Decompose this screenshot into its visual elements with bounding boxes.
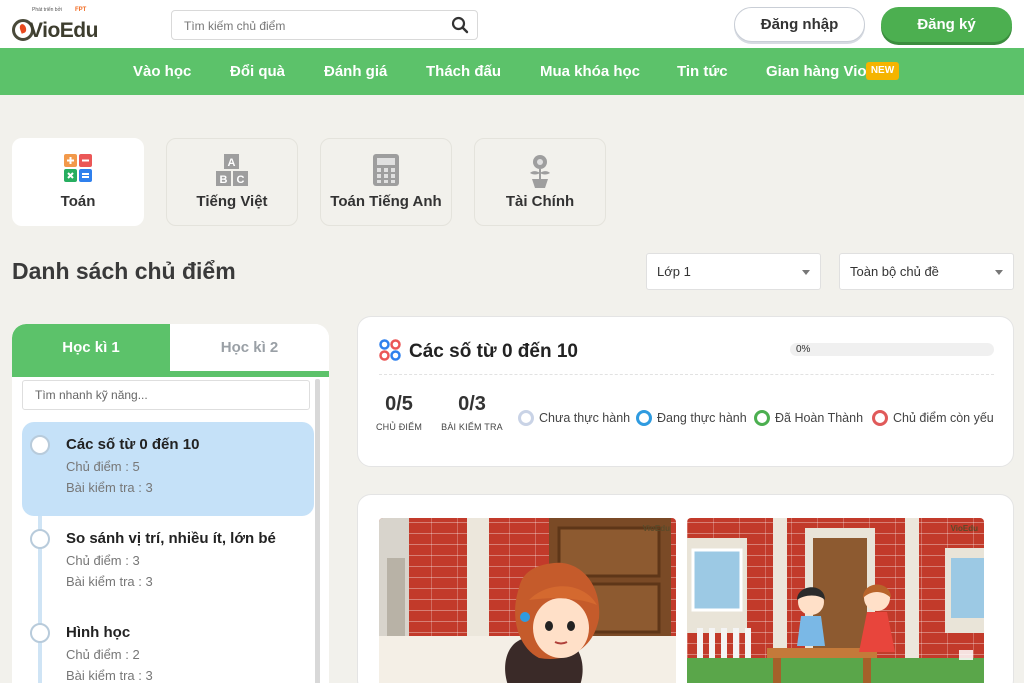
abc-blocks-icon: A B C bbox=[216, 154, 248, 186]
math-operators-icon bbox=[64, 154, 92, 182]
grade-select[interactable]: Lớp 1 bbox=[646, 253, 821, 290]
nav-item-thach-dau[interactable]: Thách đấu bbox=[426, 63, 501, 80]
subject-label: Toán Tiếng Anh bbox=[330, 193, 442, 210]
topic-title: Hình học bbox=[66, 624, 131, 641]
legend-label: Chưa thực hành bbox=[539, 411, 631, 425]
search-box bbox=[171, 10, 478, 40]
topic-summary-card: Các số từ 0 đến 10 0% 0/5 CHỦ ĐIỂM 0/3 B… bbox=[357, 316, 1014, 467]
chu-diem-stat: 0/5 CHỦ ĐIỂM bbox=[372, 393, 426, 432]
svg-text:A: A bbox=[228, 157, 236, 169]
skill-filter-input[interactable] bbox=[22, 380, 310, 410]
subject-label: Tài Chính bbox=[505, 193, 575, 210]
register-button[interactable]: Đăng ký bbox=[881, 7, 1012, 42]
tab-underline bbox=[12, 371, 329, 377]
topic-select[interactable]: Toàn bộ chủ đề bbox=[839, 253, 1014, 290]
fpt-logo: FPT bbox=[75, 7, 87, 13]
topic-chu-diem-count: Chủ điểm : 2 bbox=[66, 647, 140, 662]
topic-item[interactable]: So sánh vị trí, nhiều ít, lớn bé Chủ điể… bbox=[22, 516, 314, 610]
cartoon-scene bbox=[379, 518, 676, 683]
search-icon[interactable] bbox=[451, 16, 469, 34]
topic-bai-kiem-tra-count: Bài kiểm tra : 3 bbox=[66, 574, 153, 589]
search-input[interactable] bbox=[184, 17, 444, 35]
progress-label: 0% bbox=[796, 344, 811, 355]
status-ring-icon bbox=[754, 410, 770, 426]
topic-select-value: Toàn bộ chủ đề bbox=[850, 264, 939, 279]
topic-item[interactable]: Các số từ 0 đến 10 Chủ điểm : 5 Bài kiểm… bbox=[22, 422, 314, 516]
bai-kiem-tra-value: 0/3 bbox=[458, 393, 486, 415]
subject-card-tai-chinh[interactable]: Tài Chính bbox=[474, 138, 606, 226]
tab-hoc-ki-2[interactable]: Học kì 2 bbox=[170, 324, 329, 371]
page-title: Danh sách chủ điểm bbox=[12, 258, 236, 284]
legend-label: Đang thực hành bbox=[657, 411, 747, 425]
divider bbox=[379, 374, 994, 375]
chu-diem-value: 0/5 bbox=[385, 393, 413, 415]
nav-item-vao-hoc[interactable]: Vào học bbox=[133, 63, 191, 80]
nav-item-gian-hang-vio[interactable]: Gian hàng Vio bbox=[766, 63, 867, 80]
subject-card-toan[interactable]: Toán bbox=[12, 138, 144, 226]
chevron-down-icon bbox=[802, 270, 810, 275]
legend-chu-diem-con-yeu: Chủ điểm còn yếu bbox=[872, 410, 994, 426]
subject-card-tieng-viet[interactable]: A B C Tiếng Việt bbox=[166, 138, 298, 226]
chevron-down-icon bbox=[995, 270, 1003, 275]
subject-card-toan-tieng-anh[interactable]: Toán Tiếng Anh bbox=[320, 138, 452, 226]
progress-bar: 0% bbox=[790, 343, 994, 356]
subject-label: Toán bbox=[60, 193, 96, 210]
logo-wordmark: VioEdu bbox=[29, 19, 98, 42]
topic-chu-diem-count: Chủ điểm : 3 bbox=[66, 553, 140, 568]
vioedu-logo[interactable]: Phát triển bởi FPT VioEdu bbox=[12, 7, 102, 45]
summary-title: Các số từ 0 đến 10 bbox=[409, 341, 578, 362]
new-badge: NEW bbox=[866, 62, 899, 80]
status-circle-icon bbox=[30, 529, 50, 549]
calculator-icon bbox=[373, 154, 399, 186]
legend-label: Chủ điểm còn yếu bbox=[893, 411, 994, 425]
vioedu-watermark: VioEdu bbox=[642, 524, 670, 533]
vioedu-watermark: VioEdu bbox=[950, 524, 978, 533]
topic-chu-diem-count: Chủ điểm : 5 bbox=[66, 459, 140, 474]
nav-item-danh-gia[interactable]: Đánh giá bbox=[324, 63, 387, 80]
status-ring-icon bbox=[518, 410, 534, 426]
topic-bai-kiem-tra-count: Bài kiểm tra : 3 bbox=[66, 668, 153, 683]
status-circle-icon bbox=[30, 623, 50, 643]
subject-label: Tiếng Việt bbox=[196, 193, 268, 210]
chu-diem-label: CHỦ ĐIỂM bbox=[375, 422, 423, 432]
video-thumbnail[interactable]: VioEdu bbox=[687, 518, 984, 683]
nav-item-doi-qua[interactable]: Đổi quà bbox=[230, 63, 285, 80]
bai-kiem-tra-label: BÀI KIỂM TRA bbox=[441, 422, 503, 432]
topic-item[interactable]: Hình học Chủ điểm : 2 Bài kiểm tra : 3 bbox=[22, 610, 314, 683]
legend-da-hoan-thanh: Đã Hoàn Thành bbox=[754, 410, 863, 426]
header: Phát triển bởi FPT VioEdu Đăng nhập Đăng… bbox=[0, 0, 1024, 48]
topic-bai-kiem-tra-count: Bài kiểm tra : 3 bbox=[66, 480, 153, 495]
coin-plant-icon bbox=[530, 155, 550, 188]
topic-title: Các số từ 0 đến 10 bbox=[66, 436, 200, 453]
cartoon-scene bbox=[687, 518, 984, 683]
status-ring-icon bbox=[636, 410, 652, 426]
status-circle-icon bbox=[30, 435, 50, 455]
legend-chua-thuc-hanh: Chưa thực hành bbox=[518, 410, 630, 426]
tab-hoc-ki-1[interactable]: Học kì 1 bbox=[12, 324, 170, 371]
nav-item-tin-tuc[interactable]: Tin tức bbox=[677, 63, 728, 80]
status-ring-icon bbox=[872, 410, 888, 426]
math-operators-icon bbox=[379, 339, 401, 361]
topic-list-panel: Học kì 1 Học kì 2 Các số từ 0 đến 10 Chủ… bbox=[12, 324, 329, 683]
login-button[interactable]: Đăng nhập bbox=[734, 7, 865, 42]
svg-text:B: B bbox=[220, 174, 228, 186]
legend-dang-thuc-hanh: Đang thực hành bbox=[636, 410, 747, 426]
video-thumbnail[interactable]: VioEdu bbox=[379, 518, 676, 683]
bai-kiem-tra-stat: 0/3 BÀI KIỂM TRA bbox=[438, 393, 506, 432]
video-lessons-card: VioEdu VioEdu bbox=[357, 494, 1014, 683]
legend-label: Đã Hoàn Thành bbox=[775, 411, 864, 425]
nav-item-mua-khoa-hoc[interactable]: Mua khóa học bbox=[540, 63, 640, 80]
logo-tagline: Phát triển bởi bbox=[32, 7, 62, 13]
topic-title: So sánh vị trí, nhiều ít, lớn bé bbox=[66, 530, 276, 547]
svg-text:C: C bbox=[237, 174, 245, 186]
scrollbar[interactable] bbox=[315, 379, 320, 683]
grade-select-value: Lớp 1 bbox=[657, 264, 691, 279]
